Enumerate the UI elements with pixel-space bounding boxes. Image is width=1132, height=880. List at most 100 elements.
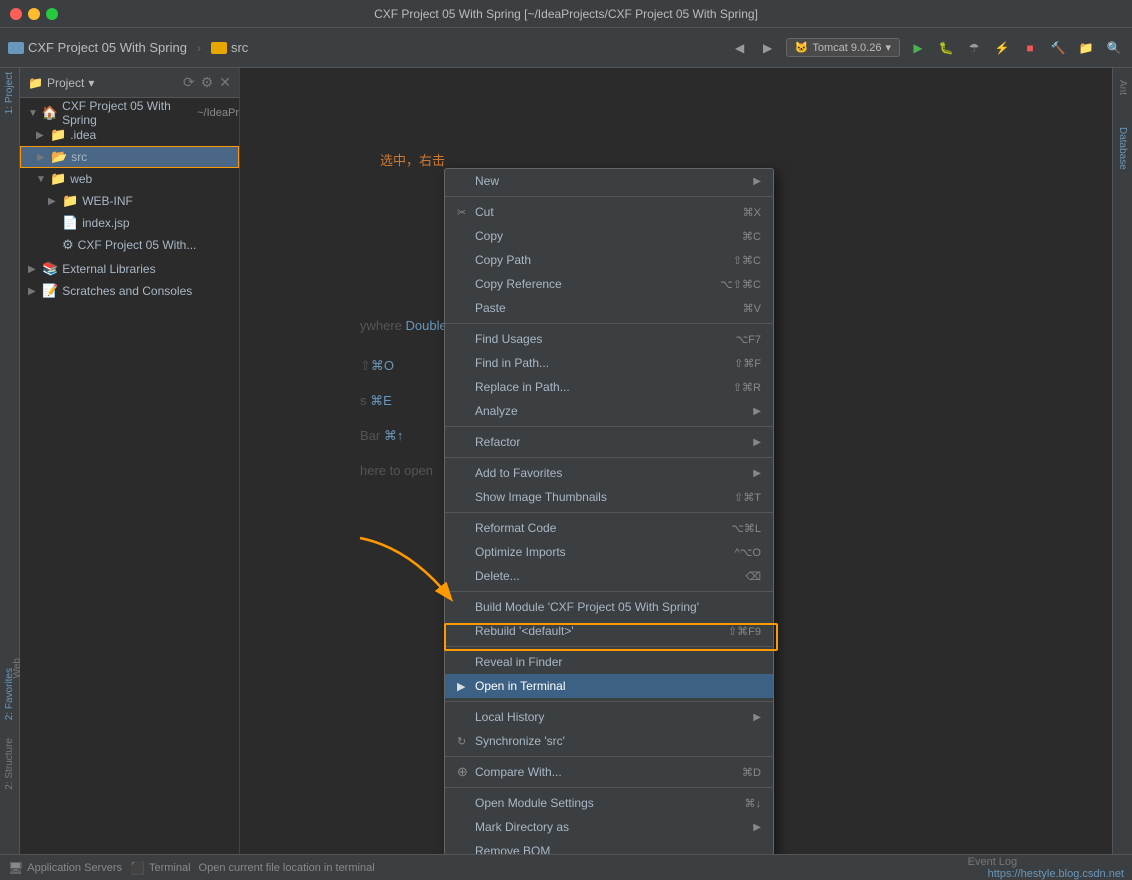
tree-item-webinf[interactable]: ▶ 📁 WEB-INF — [20, 190, 239, 212]
minimize-button[interactable] — [28, 8, 40, 20]
menu-item-findinpath[interactable]: Find in Path... ⇧⌘F — [445, 351, 773, 375]
tree-label-project: CXF Project 05 With Spring — [62, 99, 193, 127]
selection-annotation: 选中，右击 — [380, 150, 445, 169]
tree-arrow-extlibs: ▶ — [28, 264, 38, 275]
tomcat-label: Tomcat 9.0.26 — [812, 42, 881, 54]
refactor-submenu-arrow: ▶ — [753, 437, 761, 448]
new-submenu-arrow: ▶ — [753, 176, 761, 187]
panel-settings-icon[interactable]: ⚙ — [201, 74, 214, 91]
cut-shortcut: ⌘X — [743, 206, 761, 219]
paste-shortcut: ⌘V — [743, 302, 761, 315]
tree-item-indexjsp[interactable]: ▶ 📄 index.jsp — [20, 212, 239, 234]
debug-button[interactable]: 🐛 — [936, 38, 956, 58]
menu-item-revealfinder[interactable]: Reveal in Finder — [445, 650, 773, 674]
openmodulesettings-shortcut: ⌘↓ — [745, 797, 762, 810]
panel-title-dropdown[interactable]: ▾ — [88, 76, 94, 90]
menu-item-copypath[interactable]: Copy Path ⇧⌘C — [445, 248, 773, 272]
menu-item-copy[interactable]: Copy ⌘C — [445, 224, 773, 248]
menu-item-delete[interactable]: Delete... ⌫ — [445, 564, 773, 588]
menu-item-analyze[interactable]: Analyze ▶ — [445, 399, 773, 423]
event-log-status[interactable]: Event Log — [968, 856, 1124, 868]
openinterminal-icon: ▶ — [457, 680, 475, 693]
menu-item-reformat[interactable]: Reformat Code ⌥⌘L — [445, 516, 773, 540]
forward-button[interactable]: ▶ — [758, 38, 778, 58]
back-button[interactable]: ◀ — [730, 38, 750, 58]
menu-item-cut[interactable]: ✂ Cut ⌘X — [445, 200, 773, 224]
project-panel-header: 📁 Project ▾ ⟳ ⚙ ✕ — [20, 68, 239, 98]
main-area: 1: Project Web 2: Favorites 2: Structure… — [0, 68, 1132, 854]
menu-item-findusages[interactable]: Find Usages ⌥F7 — [445, 327, 773, 351]
arrow-annotation — [350, 528, 470, 628]
favorites-tab-strip: 2: Favorites — [2, 664, 17, 724]
idea-folder-icon: 📁 — [50, 127, 66, 143]
menu-sep-4 — [445, 457, 773, 458]
menu-item-comparewith[interactable]: ⊕ Compare With... ⌘D — [445, 760, 773, 784]
menu-item-rebuild[interactable]: Rebuild '<default>' ⇧⌘F9 — [445, 619, 773, 643]
stop-button[interactable]: ■ — [1020, 38, 1040, 58]
menu-item-openmodulesettings[interactable]: Open Module Settings ⌘↓ — [445, 791, 773, 815]
tree-item-project[interactable]: ▼ 🏠 CXF Project 05 With Spring ~/IdeaPr — [20, 102, 239, 124]
toolbar-project[interactable]: CXF Project 05 With Spring — [8, 40, 187, 55]
menu-label-removebom: Remove BOM — [475, 844, 761, 854]
status-left: 🖥 Application Servers ⬛ Terminal Open cu… — [8, 861, 375, 875]
structure-tab[interactable]: 2: Structure — [2, 734, 17, 794]
panel-sync-icon[interactable]: ⟳ — [183, 74, 195, 91]
traffic-lights[interactable] — [10, 8, 58, 20]
menu-item-refactor[interactable]: Refactor ▶ — [445, 430, 773, 454]
recent-files-hint: here to open — [360, 463, 433, 478]
copy-shortcut: ⌘C — [742, 230, 761, 243]
database-tab[interactable]: Database — [1115, 123, 1130, 174]
tomcat-badge[interactable]: 🐱 Tomcat 9.0.26 ▾ — [786, 38, 900, 57]
menu-item-replaceinpath[interactable]: Replace in Path... ⇧⌘R — [445, 375, 773, 399]
event-log-label: Event Log — [968, 856, 1018, 868]
project-tab[interactable]: 1: Project — [4, 68, 15, 118]
ant-tab[interactable]: Ant — [1115, 76, 1130, 99]
find-action-hint: s ⌘E — [360, 393, 392, 409]
menu-item-openinterminal[interactable]: ▶ Open in Terminal — [445, 674, 773, 698]
scratches-icon: 📝 — [42, 283, 58, 299]
tree-item-idea[interactable]: ▶ 📁 .idea — [20, 124, 239, 146]
tomcat-icon: 🐱 — [795, 41, 809, 54]
menu-item-showthumbs[interactable]: Show Image Thumbnails ⇧⌘T — [445, 485, 773, 509]
app-servers-status[interactable]: 🖥 Application Servers — [8, 861, 122, 875]
terminal-status[interactable]: ⬛ Terminal — [130, 861, 191, 875]
tree-label-indexjsp: index.jsp — [82, 216, 129, 230]
menu-item-addtofav[interactable]: Add to Favorites ▶ — [445, 461, 773, 485]
menu-label-cut: Cut — [475, 205, 723, 219]
toolbar-project-label: CXF Project 05 With Spring — [28, 40, 187, 55]
build-button[interactable]: 🔨 — [1048, 38, 1068, 58]
project-panel: 📁 Project ▾ ⟳ ⚙ ✕ ▼ 🏠 CXF Project 05 Wit… — [20, 68, 240, 854]
profile-button[interactable]: ⚡ — [992, 38, 1012, 58]
favorites-tab[interactable]: 2: Favorites — [2, 664, 17, 724]
tree-item-web[interactable]: ▼ 📁 web — [20, 168, 239, 190]
tree-item-extlibs[interactable]: ▶ 📚 External Libraries — [20, 258, 239, 280]
tree-label-cxfconfig: CXF Project 05 With... — [78, 238, 197, 252]
menu-item-buildmodule[interactable]: Build Module 'CXF Project 05 With Spring… — [445, 595, 773, 619]
tree-item-scratches[interactable]: ▶ 📝 Scratches and Consoles — [20, 280, 239, 302]
run-button[interactable]: ▶ — [908, 38, 928, 58]
tree-item-src[interactable]: ▶ 📂 src — [20, 146, 239, 168]
menu-item-new[interactable]: New ▶ — [445, 169, 773, 193]
open-file-status[interactable]: Open current file location in terminal — [199, 862, 375, 874]
menu-item-removebom[interactable]: Remove BOM — [445, 839, 773, 854]
menu-item-syncsrc[interactable]: ↻ Synchronize 'src' — [445, 729, 773, 753]
maximize-button[interactable] — [46, 8, 58, 20]
toolbar: CXF Project 05 With Spring › src ◀ ▶ 🐱 T… — [0, 28, 1132, 68]
menu-item-markdiras[interactable]: Mark Directory as ▶ — [445, 815, 773, 839]
search-everywhere-button[interactable]: 🔍 — [1104, 38, 1124, 58]
close-button[interactable] — [10, 8, 22, 20]
menu-item-paste[interactable]: Paste ⌘V — [445, 296, 773, 320]
tree-label-idea: .idea — [70, 128, 96, 142]
project-folder-icon — [8, 42, 24, 54]
menu-item-localhistory[interactable]: Local History ▶ — [445, 705, 773, 729]
toolbar-src[interactable]: src — [211, 40, 248, 55]
open-project-button[interactable]: 📁 — [1076, 38, 1096, 58]
menu-item-optimizeimp[interactable]: Optimize Imports ^⌥O — [445, 540, 773, 564]
tree-item-cxfconfig[interactable]: ▶ ⚙ CXF Project 05 With... — [20, 234, 239, 256]
right-panel: ywhere Double ⇧ ⇧⌘O s ⌘E Bar ⌘↑ here to … — [240, 68, 1132, 854]
coverage-button[interactable]: ☂ — [964, 38, 984, 58]
menu-item-copyref[interactable]: Copy Reference ⌥⇧⌘C — [445, 272, 773, 296]
menu-sep-2 — [445, 323, 773, 324]
status-bar: 🖥 Application Servers ⬛ Terminal Open cu… — [0, 854, 1132, 880]
panel-close-icon[interactable]: ✕ — [219, 74, 231, 91]
